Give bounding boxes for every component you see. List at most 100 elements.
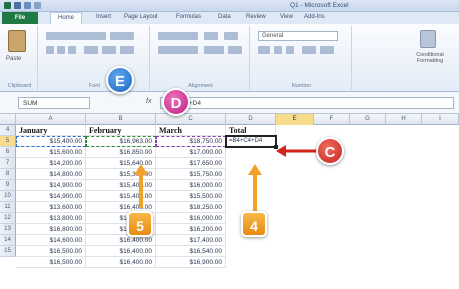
ribbon: Paste Clipboard Font Alignment General N… — [0, 24, 459, 92]
row-header[interactable]: 10 — [0, 191, 16, 202]
row-header[interactable]: 7 — [0, 158, 16, 169]
row-header[interactable]: 5 — [0, 136, 16, 147]
data-cell[interactable]: $15,400.00 — [86, 191, 156, 202]
percent-icon[interactable] — [274, 46, 282, 54]
data-cell[interactable]: $16,540.00 — [156, 246, 226, 257]
data-cell[interactable]: $16,000.00 — [156, 213, 226, 224]
tab-view[interactable]: View — [280, 14, 293, 20]
increase-decimal-icon[interactable] — [302, 46, 316, 54]
row-header[interactable]: 8 — [0, 169, 16, 180]
header-cell-february[interactable]: February — [86, 125, 156, 136]
worksheet-grid[interactable]: January February March Total $15,400.00 … — [16, 125, 459, 289]
data-cell[interactable]: $15,750.00 — [156, 169, 226, 180]
row-header[interactable]: 13 — [0, 224, 16, 235]
column-header-g[interactable]: G — [350, 114, 386, 125]
fill-color-icon[interactable] — [102, 46, 116, 54]
data-cell[interactable]: $15,600.00 — [16, 147, 86, 158]
row-header[interactable]: 11 — [0, 202, 16, 213]
data-cell[interactable]: $18,250.00 — [156, 202, 226, 213]
data-cell[interactable]: $14,800.00 — [16, 169, 86, 180]
tab-file[interactable]: File — [2, 12, 38, 24]
data-cell[interactable]: $14,600.00 — [16, 235, 86, 246]
borders-icon[interactable] — [84, 46, 98, 54]
name-box[interactable]: SUM — [18, 97, 90, 109]
data-cell[interactable]: $15,300.00 — [86, 169, 156, 180]
header-cell-january[interactable]: January — [16, 125, 86, 136]
data-cell[interactable]: $14,900.00 — [16, 180, 86, 191]
row-header[interactable]: 4 — [0, 125, 16, 136]
column-header-b[interactable]: B — [86, 114, 156, 125]
paste-icon[interactable] — [8, 30, 26, 52]
merge-center-icon[interactable] — [228, 46, 242, 54]
active-cell-selection[interactable] — [225, 135, 277, 148]
row-header[interactable]: 9 — [0, 180, 16, 191]
row-header[interactable]: 15 — [0, 246, 16, 257]
formula-input[interactable]: =B4+C4+D4 — [160, 97, 454, 109]
tab-insert[interactable]: Insert — [96, 14, 111, 20]
font-size-dropdown[interactable] — [110, 32, 134, 40]
orientation-icon[interactable] — [204, 32, 218, 40]
conditional-formatting-label[interactable]: Conditional Formatting — [406, 52, 454, 64]
number-format-dropdown[interactable]: General — [258, 31, 338, 41]
tab-page-layout[interactable]: Page Layout — [124, 14, 158, 20]
column-header-i[interactable]: I — [422, 114, 459, 125]
tab-review[interactable]: Review — [246, 14, 266, 20]
currency-icon[interactable] — [258, 46, 270, 54]
data-cell[interactable]: $16,200.00 — [156, 224, 226, 235]
column-headers: A B C D E F G H I — [0, 114, 459, 125]
data-cell[interactable]: $17,400.00 — [156, 235, 226, 246]
column-header-h[interactable]: H — [386, 114, 422, 125]
column-header-c[interactable]: C — [156, 114, 226, 125]
column-header-d[interactable]: D — [226, 114, 276, 125]
column-header-f[interactable]: F — [314, 114, 350, 125]
indent-icons[interactable] — [204, 46, 224, 54]
data-cell[interactable]: $16,900.00 — [156, 257, 226, 268]
data-cell[interactable]: $15,400.00 — [86, 180, 156, 191]
data-cell[interactable]: $14,900.00 — [16, 191, 86, 202]
data-cell[interactable]: $16,400.00 — [86, 246, 156, 257]
tab-add-ins[interactable]: Add-Ins — [304, 14, 325, 20]
row-header[interactable]: 6 — [0, 147, 16, 158]
data-cell[interactable]: $16,500.00 — [16, 257, 86, 268]
reference-marquee-c — [86, 136, 156, 147]
row-header[interactable]: 14 — [0, 235, 16, 246]
data-cell[interactable]: $13,800.00 — [16, 213, 86, 224]
data-cell[interactable]: $17,000.00 — [156, 147, 226, 158]
data-cell[interactable]: $16,800.00 — [16, 224, 86, 235]
bold-icon[interactable] — [46, 46, 54, 54]
insert-function-icon[interactable]: fx — [146, 98, 151, 105]
select-all-corner[interactable] — [0, 114, 16, 125]
data-cell[interactable]: $16,500.00 — [16, 246, 86, 257]
save-icon[interactable] — [14, 2, 21, 9]
data-cell[interactable]: $14,200.00 — [16, 158, 86, 169]
horizontal-align-icons[interactable] — [158, 46, 198, 54]
callout-d: D — [162, 88, 190, 116]
data-cell[interactable]: $13,600.00 — [16, 202, 86, 213]
fill-handle[interactable] — [274, 145, 278, 149]
comma-icon[interactable] — [286, 46, 294, 54]
paste-label[interactable]: Paste — [6, 56, 21, 62]
vertical-align-icons[interactable] — [158, 32, 198, 40]
header-cell-march[interactable]: March — [156, 125, 226, 136]
data-cell[interactable]: $15,640.00 — [86, 158, 156, 169]
row-header[interactable]: 12 — [0, 213, 16, 224]
column-header-a[interactable]: A — [16, 114, 86, 125]
data-cell[interactable]: $16,000.00 — [156, 180, 226, 191]
undo-icon[interactable] — [24, 2, 31, 9]
tab-formulas[interactable]: Formulas — [176, 14, 201, 20]
conditional-formatting-icon[interactable] — [420, 30, 436, 48]
wrap-text-icon[interactable] — [224, 32, 238, 40]
tab-home[interactable]: Home — [50, 12, 83, 24]
underline-icon[interactable] — [68, 46, 76, 54]
redo-icon[interactable] — [34, 2, 41, 9]
data-cell[interactable]: $15,500.00 — [156, 191, 226, 202]
italic-icon[interactable] — [57, 46, 65, 54]
data-cell[interactable]: $16,400.00 — [86, 257, 156, 268]
data-cell[interactable]: $16,850.00 — [86, 147, 156, 158]
column-header-e[interactable]: E — [276, 114, 314, 125]
decrease-decimal-icon[interactable] — [320, 46, 334, 54]
tab-data[interactable]: Data — [218, 14, 231, 20]
font-name-dropdown[interactable] — [46, 32, 106, 40]
data-cell[interactable]: $17,650.00 — [156, 158, 226, 169]
font-color-icon[interactable] — [120, 46, 134, 54]
